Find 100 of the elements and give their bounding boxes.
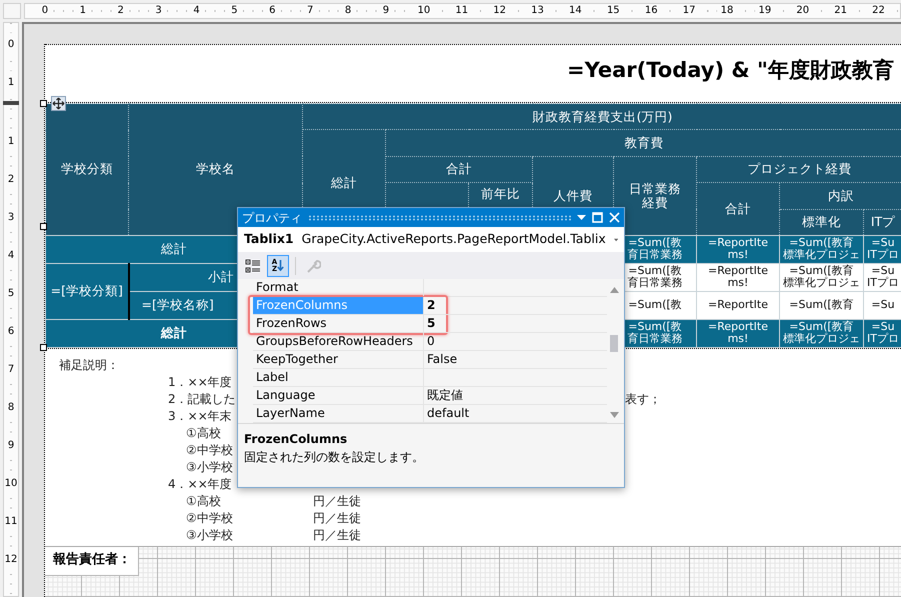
scroll-down-icon[interactable] <box>610 412 618 418</box>
notes-heading: 補足説明： <box>59 356 119 374</box>
column-header: 学校分類 <box>46 104 128 236</box>
note-text: ①高校 <box>186 424 221 442</box>
cell-text: 育日常業務 <box>628 333 682 346</box>
ruler-number: 11 <box>451 5 472 16</box>
property-value: False <box>426 351 458 368</box>
ruler-number: 1 <box>6 70 16 94</box>
scrollbar-thumb[interactable] <box>610 335 618 352</box>
property-value: 2 <box>426 297 436 314</box>
cell-text: 育日常業務 <box>628 277 682 290</box>
cell-text: =Sum([教育 <box>789 264 854 277</box>
property-value: 0 <box>426 333 435 350</box>
move-handle-icon[interactable] <box>51 96 66 111</box>
property-name: KeepTogether <box>253 351 424 368</box>
cell-text: 標準化プロジェ <box>783 333 860 346</box>
ruler-number: 16 <box>640 5 662 16</box>
property-name: Language <box>253 387 424 404</box>
maximize-icon[interactable] <box>592 212 603 223</box>
note-text: ③小学校 <box>186 526 233 544</box>
column-header: 財政教育経費支出(万円) <box>302 104 901 130</box>
ruler-number: 18 <box>716 5 738 16</box>
property-value: 5 <box>426 315 436 332</box>
category-list-icon <box>245 258 261 274</box>
note-text: 3．××年末 <box>168 408 232 425</box>
column-header: 経費 <box>642 196 668 210</box>
cell-text: =Su <box>871 236 895 249</box>
note-text: 2．記載した <box>168 390 236 408</box>
column-header: 合計 <box>696 182 780 236</box>
ruler-corner <box>3 3 21 19</box>
ruler-number: 20 <box>792 5 814 16</box>
property-row[interactable]: LayerName default <box>253 405 607 423</box>
cell-text: ITプロ <box>867 333 899 346</box>
description-text: 固定された列の数を設定します。 <box>244 449 424 466</box>
note-text: 4．××年度 <box>168 476 232 493</box>
property-name: FrozenRows <box>253 315 424 332</box>
drag-grip[interactable] <box>308 214 571 220</box>
property-row[interactable]: KeepTogether False <box>253 351 607 369</box>
property-name: LayerName <box>253 405 424 422</box>
property-row[interactable]: FrozenColumns 2 <box>253 297 607 315</box>
property-row[interactable]: FrozenRows 5 <box>253 315 607 333</box>
cell-text: ms! <box>728 249 748 262</box>
property-row[interactable]: GroupsBeforeRowHeaders 0 <box>253 333 607 351</box>
cell-text: =ReportIte <box>708 236 768 250</box>
cell-text: ITプロ <box>867 277 899 290</box>
note-text: ①高校 <box>186 492 221 510</box>
ruler-number: 12 <box>489 5 510 16</box>
caret-icon[interactable] <box>614 238 618 242</box>
object-selector[interactable]: Tablix1 GrapeCity.ActiveReports.PageReportModel.Tablix <box>238 227 624 252</box>
cell-text: =Su <box>871 264 895 277</box>
column-header: 合計 <box>386 156 532 183</box>
column-header: 内訳 <box>780 182 901 210</box>
note-text: ③小学校 <box>186 458 233 476</box>
scroll-up-icon[interactable] <box>610 287 618 293</box>
section-marker[interactable] <box>3 101 19 105</box>
window-title: プロパティ <box>242 210 302 226</box>
note-text: 円／生徒 <box>313 510 361 527</box>
selection-handle[interactable] <box>40 223 47 230</box>
column-header: 標準化 <box>780 209 864 236</box>
cell-text: ms! <box>728 333 748 346</box>
selection-handle[interactable] <box>40 100 47 107</box>
down-arrow-icon <box>277 259 284 272</box>
property-name: Format <box>253 279 424 296</box>
note-text: 1．××年度 <box>168 374 232 391</box>
ruler-number: 13 <box>527 5 548 16</box>
cell-text: 標準化プロジェ <box>783 249 860 262</box>
cell-text: 標準化プロジェ <box>783 277 860 290</box>
property-name: FrozenColumns <box>253 297 424 314</box>
ruler-number: 17 <box>678 5 700 16</box>
column-header: プロジェクト経費 <box>696 156 901 183</box>
cell-text: =Sum([教 <box>628 236 682 249</box>
ruler-number: 0 <box>6 32 16 56</box>
cell-text: =Sum([教育 <box>789 236 854 249</box>
report-title: =Year(Today) & "年度財政教育 <box>567 57 894 84</box>
property-name: Label <box>253 369 424 386</box>
cell-text: =Sum([教 <box>628 264 682 277</box>
selection-handle[interactable] <box>40 344 47 351</box>
column-header: ITプ <box>864 209 901 236</box>
cell-text: 育日常業務 <box>628 249 682 262</box>
cell-text: =Sum([教育 <box>789 320 854 333</box>
dropdown-arrow-icon[interactable] <box>577 214 586 220</box>
cell-text: ms! <box>728 277 748 290</box>
note-text: 表す； <box>625 390 661 408</box>
property-row[interactable]: Language 既定値 <box>253 387 607 405</box>
ruler-number: 15 <box>602 5 624 16</box>
note-text: ②中学校 <box>186 510 233 527</box>
cell-text: =ReportIte <box>708 320 768 334</box>
description-title: FrozenColumns <box>244 431 348 448</box>
cell-text: =Sum([教育 <box>789 299 854 312</box>
property-row[interactable]: Label <box>253 369 607 387</box>
note-text: 円／生徒 <box>313 492 361 510</box>
property-value: 既定値 <box>426 387 463 404</box>
ruler-number: 14 <box>565 5 586 16</box>
wrench-icon <box>305 258 321 274</box>
cell-text: =Sum([教 <box>628 299 682 312</box>
row-header: =[学校分類] <box>46 263 128 320</box>
ruler-number: 21 <box>830 5 852 16</box>
close-icon[interactable] <box>609 212 620 223</box>
column-header: 日常業務 <box>629 182 681 196</box>
cell-text: =ReportIte <box>708 299 768 312</box>
